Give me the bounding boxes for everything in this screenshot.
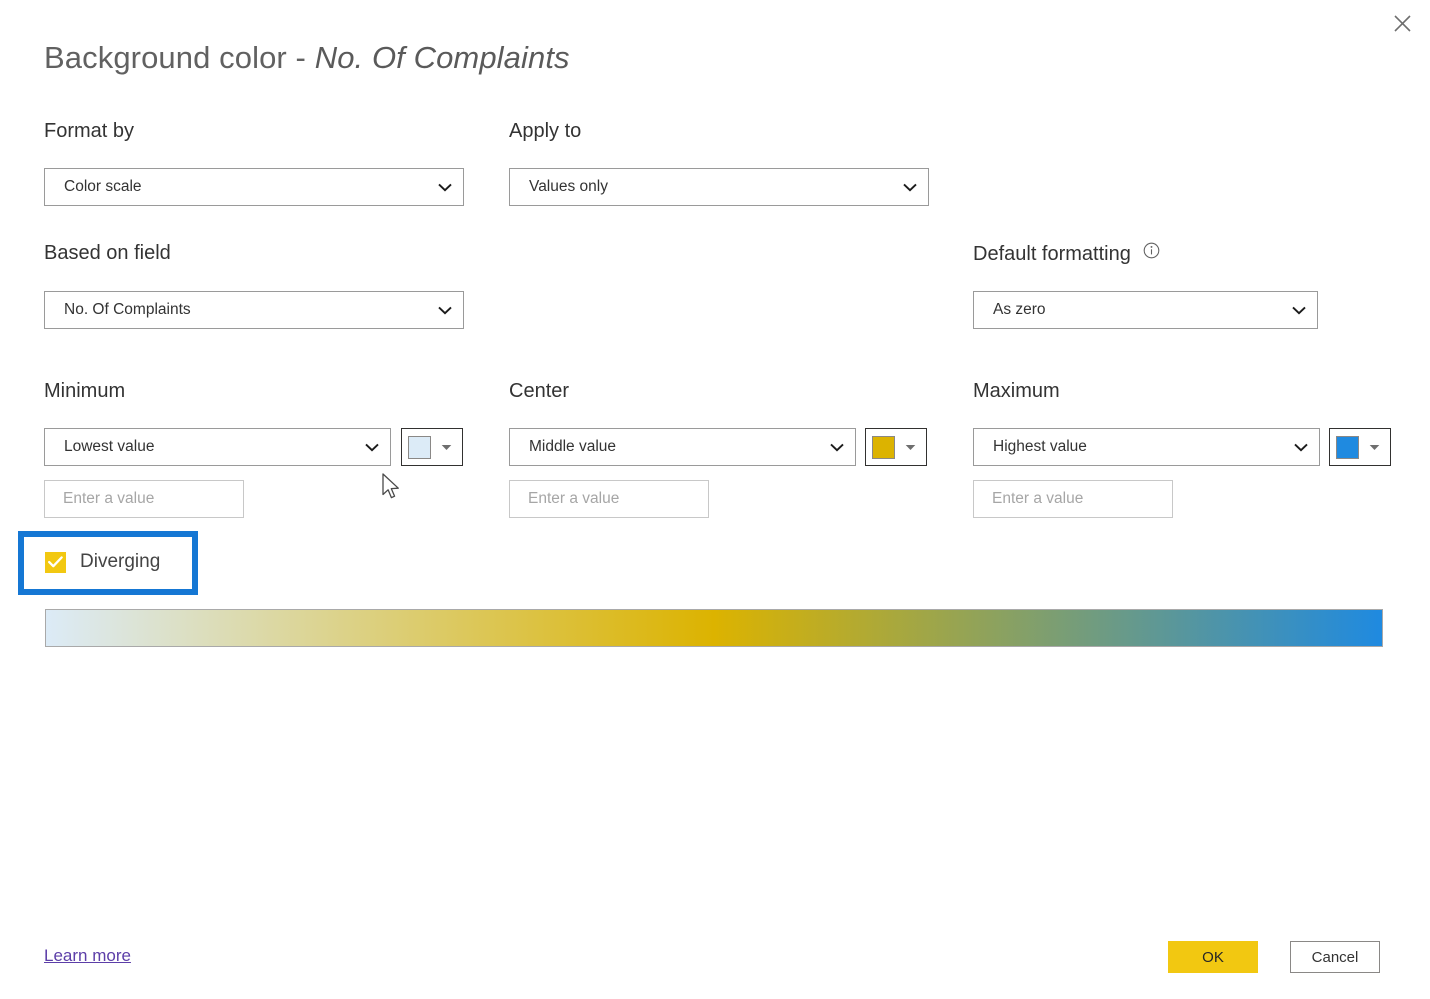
default-formatting-value: As zero [993,301,1046,318]
maximum-color-picker[interactable] [1329,428,1391,466]
default-formatting-label: Default formatting [973,242,1160,266]
chevron-down-icon [431,444,462,451]
default-formatting-label-text: Default formatting [973,243,1131,265]
center-type-dropdown[interactable]: Middle value [509,428,856,466]
info-icon[interactable] [1143,242,1160,265]
cancel-button[interactable]: Cancel [1290,941,1380,973]
minimum-color-picker[interactable] [401,428,463,466]
dialog-title-field: No. Of Complaints [314,40,570,75]
chevron-down-icon [435,183,455,192]
chevron-down-icon [435,306,455,315]
minimum-label: Minimum [44,380,126,402]
close-dialog-button[interactable] [1380,4,1424,42]
format-by-label: Format by [44,120,135,142]
center-color-picker[interactable] [865,428,927,466]
diverging-label: Diverging [80,551,161,572]
close-icon [1393,14,1411,32]
center-label: Center [509,380,570,402]
apply-to-value: Values only [529,178,608,195]
default-formatting-dropdown[interactable]: As zero [973,291,1318,329]
maximum-color-swatch [1336,435,1359,459]
apply-to-dropdown[interactable]: Values only [509,168,929,206]
maximum-type-dropdown[interactable]: Highest value [973,428,1320,466]
minimum-type-value: Lowest value [64,438,155,455]
mouse-pointer-icon [382,473,402,506]
maximum-type-value: Highest value [993,438,1087,455]
based-on-field-dropdown[interactable]: No. Of Complaints [44,291,464,329]
minimum-color-swatch [408,435,431,459]
apply-to-label: Apply to [509,120,582,142]
chevron-down-icon [1291,443,1311,452]
format-by-value: Color scale [64,178,142,195]
minimum-type-dropdown[interactable]: Lowest value [44,428,391,466]
minimum-value-input[interactable] [44,480,244,518]
center-color-swatch [872,435,895,459]
chevron-down-icon [827,443,847,452]
format-by-dropdown[interactable]: Color scale [44,168,464,206]
center-value-input[interactable] [509,480,709,518]
color-scale-gradient-preview [45,609,1383,647]
dialog-title-prefix: Background color - [44,40,315,75]
chevron-down-icon [895,444,926,451]
maximum-label: Maximum [973,380,1060,402]
check-icon [48,556,63,568]
chevron-down-icon [900,183,920,192]
chevron-down-icon [362,443,382,452]
learn-more-link[interactable]: Learn more [44,946,131,966]
maximum-value-input[interactable] [973,480,1173,518]
center-type-value: Middle value [529,438,617,455]
based-on-field-value: No. Of Complaints [64,301,191,318]
ok-button[interactable]: OK [1168,941,1258,973]
diverging-checkbox[interactable] [45,551,66,573]
dialog-title: Background color - No. Of Complaints [44,40,570,76]
chevron-down-icon [1289,306,1309,315]
chevron-down-icon [1359,444,1390,451]
diverging-checkbox-row[interactable]: Diverging [45,551,160,573]
based-on-field-label: Based on field [44,242,171,264]
